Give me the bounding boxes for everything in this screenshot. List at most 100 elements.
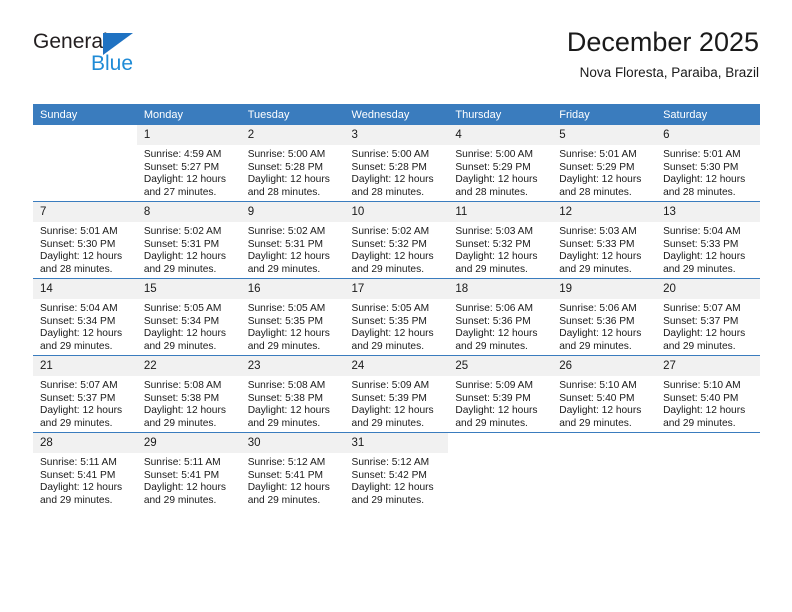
day-cell[interactable]: 10 Sunrise: 5:02 AM Sunset: 5:32 PM Dayl… xyxy=(344,201,449,279)
sunset-text: Sunset: 5:30 PM xyxy=(40,238,116,250)
daylight-text-line1: Daylight: 12 hours xyxy=(247,251,330,263)
day-details: Sunrise: 5:05 AM Sunset: 5:35 PM Dayligh… xyxy=(345,299,449,353)
sunrise-text: Sunrise: 5:00 AM xyxy=(247,149,326,160)
day-cell[interactable]: 23 Sunrise: 5:08 AM Sunset: 5:38 PM Dayl… xyxy=(240,355,345,433)
sunrise-text: Sunrise: 5:03 AM xyxy=(455,226,533,237)
weekday-header-saturday: Saturday xyxy=(656,104,760,125)
day-cell[interactable]: 28 Sunrise: 5:11 AM Sunset: 5:41 PM Dayl… xyxy=(33,432,137,509)
day-number xyxy=(552,433,657,453)
daylight-text-line2: and 29 minutes. xyxy=(455,263,528,275)
day-number: 21 xyxy=(33,356,137,376)
day-details: Sunrise: 5:09 AM Sunset: 5:39 PM Dayligh… xyxy=(345,376,449,430)
day-details: Sunrise: 5:05 AM Sunset: 5:35 PM Dayligh… xyxy=(241,299,345,353)
day-cell[interactable]: 9 Sunrise: 5:02 AM Sunset: 5:31 PM Dayli… xyxy=(240,201,345,279)
daylight-text-line1: Daylight: 12 hours xyxy=(351,251,434,263)
day-cell[interactable]: 8 Sunrise: 5:02 AM Sunset: 5:31 PM Dayli… xyxy=(136,201,241,279)
day-cell[interactable]: 11 Sunrise: 5:03 AM Sunset: 5:32 PM Dayl… xyxy=(448,201,553,279)
page-title: December 2025 xyxy=(566,27,759,57)
calendar-page: General Blue December 2025 Nova Floresta… xyxy=(0,0,792,612)
day-cell[interactable]: 13 Sunrise: 5:04 AM Sunset: 5:33 PM Dayl… xyxy=(656,201,760,279)
day-number xyxy=(656,433,760,453)
day-cell[interactable]: 25 Sunrise: 5:09 AM Sunset: 5:39 PM Dayl… xyxy=(448,355,553,433)
day-cell[interactable]: 26 Sunrise: 5:10 AM Sunset: 5:40 PM Dayl… xyxy=(552,355,657,433)
sunrise-text: Sunrise: 5:07 AM xyxy=(40,380,118,391)
daylight-text-line2: and 29 minutes. xyxy=(40,494,113,506)
sunset-text: Sunset: 5:28 PM xyxy=(247,161,324,173)
page-subtitle: Nova Floresta, Paraiba, Brazil xyxy=(579,65,759,80)
day-cell[interactable]: 6 Sunrise: 5:01 AM Sunset: 5:30 PM Dayli… xyxy=(656,125,760,202)
day-cell[interactable]: 27 Sunrise: 5:10 AM Sunset: 5:40 PM Dayl… xyxy=(656,355,760,433)
sunset-text: Sunset: 5:41 PM xyxy=(143,469,220,481)
day-details: Sunrise: 5:10 AM Sunset: 5:40 PM Dayligh… xyxy=(552,376,656,430)
day-cell[interactable]: 4 Sunrise: 5:00 AM Sunset: 5:29 PM Dayli… xyxy=(448,125,553,202)
calendar-table: Sunday Monday Tuesday Wednesday Thursday… xyxy=(33,104,760,509)
sunrise-text: Sunrise: 5:01 AM xyxy=(663,149,741,160)
daylight-text-line2: and 27 minutes. xyxy=(143,186,217,198)
sunset-text: Sunset: 5:29 PM xyxy=(559,161,635,173)
day-details: Sunrise: 5:10 AM Sunset: 5:40 PM Dayligh… xyxy=(656,376,760,430)
day-number: 6 xyxy=(656,125,760,145)
sunset-text: Sunset: 5:31 PM xyxy=(247,238,324,250)
sunrise-text: Sunrise: 5:04 AM xyxy=(663,226,741,237)
day-number: 31 xyxy=(344,433,449,453)
day-cell[interactable]: 18 Sunrise: 5:06 AM Sunset: 5:36 PM Dayl… xyxy=(448,278,553,356)
sunrise-text: Sunrise: 5:11 AM xyxy=(143,457,221,468)
day-cell[interactable]: 19 Sunrise: 5:06 AM Sunset: 5:36 PM Dayl… xyxy=(552,278,657,356)
day-cell[interactable]: 21 Sunrise: 5:07 AM Sunset: 5:37 PM Dayl… xyxy=(33,355,137,433)
day-cell[interactable]: 29 Sunrise: 5:11 AM Sunset: 5:41 PM Dayl… xyxy=(136,432,241,509)
day-cell[interactable]: 3 Sunrise: 5:00 AM Sunset: 5:28 PM Dayli… xyxy=(344,125,449,202)
day-cell[interactable]: 7 Sunrise: 5:01 AM Sunset: 5:30 PM Dayli… xyxy=(33,201,137,279)
sunrise-text: Sunrise: 5:03 AM xyxy=(559,226,637,237)
daylight-text-line2: and 29 minutes. xyxy=(559,340,632,352)
daylight-text-line1: Daylight: 12 hours xyxy=(247,174,330,186)
sunrise-text: Sunrise: 5:01 AM xyxy=(40,226,118,237)
day-details: Sunrise: 5:08 AM Sunset: 5:38 PM Dayligh… xyxy=(241,376,345,430)
brand-logo[interactable]: General Blue xyxy=(33,30,253,80)
day-details xyxy=(656,453,760,457)
day-details: Sunrise: 5:00 AM Sunset: 5:28 PM Dayligh… xyxy=(241,145,345,199)
day-cell[interactable]: 31 Sunrise: 5:12 AM Sunset: 5:42 PM Dayl… xyxy=(344,432,449,509)
daylight-text-line1: Daylight: 12 hours xyxy=(455,405,538,417)
daylight-text-line1: Daylight: 12 hours xyxy=(455,174,538,186)
daylight-text-line2: and 29 minutes. xyxy=(559,417,632,429)
daylight-text-line2: and 29 minutes. xyxy=(40,340,113,352)
day-cell xyxy=(656,432,760,509)
day-cell[interactable]: 15 Sunrise: 5:05 AM Sunset: 5:34 PM Dayl… xyxy=(136,278,241,356)
sunrise-text: Sunrise: 5:09 AM xyxy=(351,380,430,391)
daylight-text-line1: Daylight: 12 hours xyxy=(143,251,226,263)
sunset-text: Sunset: 5:31 PM xyxy=(143,238,220,250)
day-number: 12 xyxy=(552,202,657,222)
day-cell[interactable]: 20 Sunrise: 5:07 AM Sunset: 5:37 PM Dayl… xyxy=(656,278,760,356)
daylight-text-line2: and 29 minutes. xyxy=(247,417,321,429)
sunset-text: Sunset: 5:42 PM xyxy=(351,469,427,481)
day-cell[interactable]: 2 Sunrise: 5:00 AM Sunset: 5:28 PM Dayli… xyxy=(240,125,345,202)
day-details: Sunrise: 5:02 AM Sunset: 5:32 PM Dayligh… xyxy=(345,222,449,276)
daylight-text-line1: Daylight: 12 hours xyxy=(247,328,330,340)
daylight-text-line1: Daylight: 12 hours xyxy=(40,405,123,417)
day-cell[interactable]: 17 Sunrise: 5:05 AM Sunset: 5:35 PM Dayl… xyxy=(344,278,449,356)
daylight-text-line1: Daylight: 12 hours xyxy=(143,405,226,417)
day-cell[interactable]: 16 Sunrise: 5:05 AM Sunset: 5:35 PM Dayl… xyxy=(240,278,345,356)
daylight-text-line2: and 29 minutes. xyxy=(455,417,528,429)
day-cell[interactable]: 30 Sunrise: 5:12 AM Sunset: 5:41 PM Dayl… xyxy=(240,432,345,509)
sunset-text: Sunset: 5:35 PM xyxy=(351,315,427,327)
day-cell[interactable]: 1 Sunrise: 4:59 AM Sunset: 5:27 PM Dayli… xyxy=(136,125,241,202)
day-cell[interactable]: 5 Sunrise: 5:01 AM Sunset: 5:29 PM Dayli… xyxy=(552,125,657,202)
weekday-header-sunday: Sunday xyxy=(33,104,137,125)
day-number: 18 xyxy=(448,279,553,299)
day-details: Sunrise: 5:05 AM Sunset: 5:34 PM Dayligh… xyxy=(137,299,241,353)
sunset-text: Sunset: 5:34 PM xyxy=(143,315,220,327)
day-number: 29 xyxy=(136,433,241,453)
day-details: Sunrise: 5:01 AM Sunset: 5:30 PM Dayligh… xyxy=(656,145,760,199)
day-cell[interactable]: 12 Sunrise: 5:03 AM Sunset: 5:33 PM Dayl… xyxy=(552,201,657,279)
day-cell[interactable]: 22 Sunrise: 5:08 AM Sunset: 5:38 PM Dayl… xyxy=(136,355,241,433)
day-number: 14 xyxy=(33,279,137,299)
sunrise-text: Sunrise: 5:01 AM xyxy=(559,149,637,160)
day-number: 25 xyxy=(448,356,553,376)
calendar-week-row: 1 Sunrise: 4:59 AM Sunset: 5:27 PM Dayli… xyxy=(33,125,760,202)
daylight-text-line1: Daylight: 12 hours xyxy=(143,482,226,494)
day-number: 23 xyxy=(240,356,345,376)
day-cell[interactable]: 14 Sunrise: 5:04 AM Sunset: 5:34 PM Dayl… xyxy=(33,278,137,356)
day-cell[interactable]: 24 Sunrise: 5:09 AM Sunset: 5:39 PM Dayl… xyxy=(344,355,449,433)
sunrise-text: Sunrise: 5:06 AM xyxy=(559,303,637,314)
